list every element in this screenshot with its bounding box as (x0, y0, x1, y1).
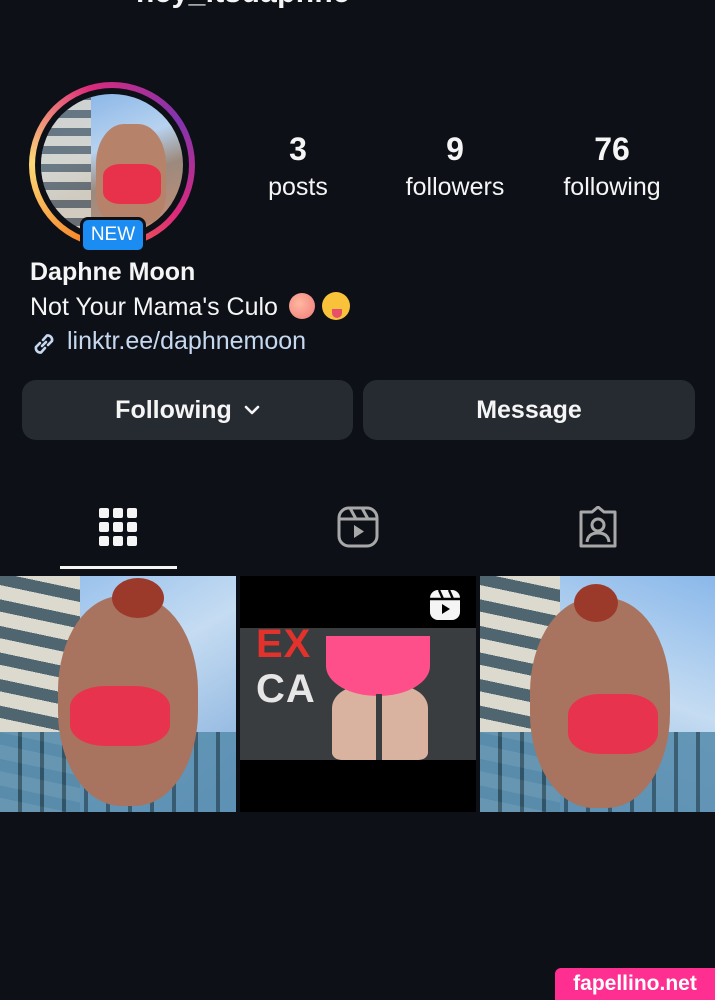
stat-posts[interactable]: 3 posts (223, 128, 373, 204)
tab-reels[interactable] (298, 500, 418, 554)
grid-icon (99, 508, 137, 546)
avatar-photo (41, 94, 183, 236)
stat-label: followers (405, 173, 505, 201)
tongue-face-emoji-icon (321, 292, 350, 320)
tab-tagged[interactable] (538, 500, 658, 554)
post-thumbnail[interactable] (480, 576, 715, 812)
top-bar: hey_itsdaphne (0, 0, 715, 28)
reel-thumbnail[interactable]: EXCA (240, 576, 476, 812)
bell-icon[interactable] (548, 0, 588, 16)
stat-value: 76 (594, 131, 630, 167)
peach-emoji-icon (288, 293, 315, 319)
stat-label: following (563, 173, 661, 201)
profile-username: hey_itsdaphne (136, 0, 350, 10)
chevron-down-icon (244, 405, 260, 415)
stat-followers[interactable]: 9 followers (380, 128, 530, 204)
message-button[interactable]: Message (363, 380, 695, 440)
following-button-label: Following (115, 395, 232, 424)
reels-icon (337, 506, 379, 548)
watermark: fapellino.net (555, 968, 715, 1000)
following-button[interactable]: Following (22, 380, 353, 440)
more-vertical-icon[interactable] (644, 0, 668, 16)
tagged-icon (579, 506, 617, 548)
tab-posts-grid[interactable] (58, 500, 178, 554)
stat-value: 3 (289, 131, 307, 167)
bio-text: Not Your Mama's Culo (30, 293, 278, 321)
stat-following[interactable]: 76 following (537, 128, 687, 204)
bio-link-text[interactable]: linktr.ee/daphnemoon (67, 327, 306, 356)
selected-tab-indicator (60, 566, 177, 569)
banner-text-left: EX (256, 622, 312, 666)
reel-badge-icon (430, 589, 460, 620)
banner-text-right: CA (256, 667, 316, 711)
back-arrow-icon[interactable] (30, 0, 76, 10)
display-name: Daphne Moon (30, 258, 196, 286)
bio: Not Your Mama's Culo (30, 292, 350, 322)
link-icon (34, 334, 54, 354)
new-badge: NEW (80, 217, 146, 253)
post-thumbnail[interactable] (0, 576, 236, 812)
stat-value: 9 (446, 131, 464, 167)
stat-label: posts (268, 173, 328, 201)
message-button-label: Message (476, 395, 582, 424)
